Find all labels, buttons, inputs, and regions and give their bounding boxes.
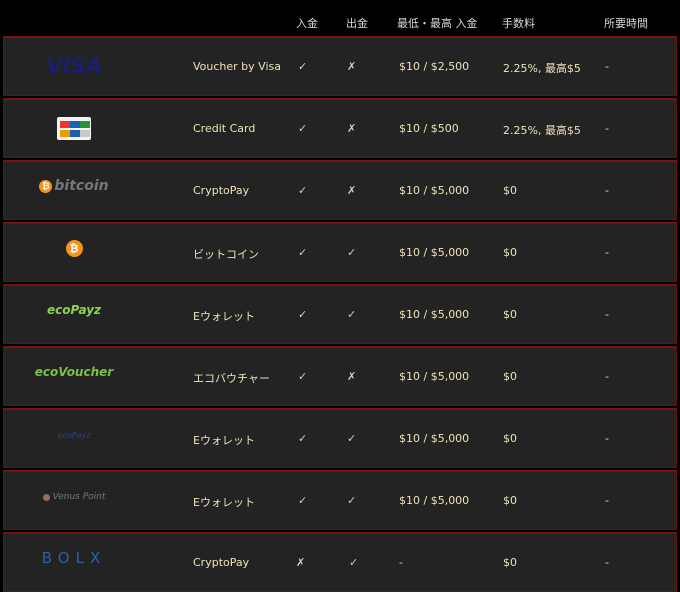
method-name: CryptoPay [193,184,250,197]
venus-point-logo: Venus Point [34,477,114,517]
deposit-range: $10 / $5,000 [399,432,470,445]
fee: $0 [503,494,517,507]
fee: $0 [503,370,517,383]
header-withdrawal: 出金 [346,17,368,30]
deposit-mark: ✓ [298,432,308,445]
withdrawal-mark: ✓ [347,308,357,321]
deposit-range: $10 / $5,000 [399,308,470,321]
withdrawal-mark: ✗ [347,122,357,135]
table-row[interactable]: ecoPayz Eウォレット ✓ ✓ $10 / $5,000 $0 - [3,284,677,344]
deposit-mark: ✓ [298,370,308,383]
deposit-mark: ✓ [298,184,308,197]
processing-time: - [605,122,609,135]
table-row[interactable]: ₿ bitcoin CryptoPay ✓ ✗ $10 / $5,000 $0 - [3,160,677,220]
ecopayz-logo: ecoPayz [46,303,102,317]
withdrawal-mark: ✓ [347,432,357,445]
deposit-range: $10 / $2,500 [399,60,470,73]
fee: $0 [503,432,517,445]
processing-time: - [605,556,609,569]
deposit-range: $10 / $5,000 [399,184,470,197]
bitcoin-logo: ₿ bitcoin [34,166,114,206]
ecopayz-small-logo: ecoPayz [57,430,91,440]
bitcoin-coin-icon: ₿ [34,228,114,268]
deposit-range: $10 / $5,000 [399,370,470,383]
deposit-mark: ✓ [298,122,308,135]
deposit-mark: ✗ [296,556,306,569]
processing-time: - [605,184,609,197]
header-deposit: 入金 [296,17,318,30]
bolx-logo: BOLX [41,549,107,567]
processing-time: - [605,60,609,73]
fee: 2.25%, 最高$5 [503,124,581,137]
header-min-max: 最低・最高 入金 [397,17,478,30]
processing-time: - [605,308,609,321]
method-name: エコバウチャー [193,372,270,385]
table-header: 入金 出金 最低・最高 入金 手数料 所要時間 [0,0,680,36]
deposit-mark: ✓ [298,60,308,73]
fee: $0 [503,556,517,569]
table-row[interactable]: Venus Point Eウォレット ✓ ✓ $10 / $5,000 $0 - [3,470,677,530]
fee: 2.25%, 最高$5 [503,62,581,75]
method-name: Voucher by Visa [193,60,281,73]
withdrawal-mark: ✓ [347,494,357,507]
fee: $0 [503,184,517,197]
method-name: Eウォレット [193,310,255,323]
method-name: Credit Card [193,122,256,135]
withdrawal-mark: ✗ [347,370,357,383]
withdrawal-mark: ✓ [349,556,359,569]
visa-logo: VISA [46,54,102,78]
credit-card-logo [34,108,114,148]
fee: $0 [503,246,517,259]
fee: $0 [503,308,517,321]
table-row[interactable]: BOLX CryptoPay ✗ ✓ - $0 - [3,532,677,592]
table-row[interactable]: VISA Voucher by Visa ✓ ✗ $10 / $2,500 2.… [3,36,677,96]
processing-time: - [605,246,609,259]
deposit-range: $10 / $500 [399,122,459,135]
processing-time: - [605,494,609,507]
processing-time: - [605,370,609,383]
table-row[interactable]: Credit Card ✓ ✗ $10 / $500 2.25%, 最高$5 - [3,98,677,158]
deposit-mark: ✓ [298,246,308,259]
ecovoucher-logo: ecoVoucher [34,365,114,379]
withdrawal-mark: ✓ [347,246,357,259]
table-row[interactable]: ecoPayz Eウォレット ✓ ✓ $10 / $5,000 $0 - [3,408,677,468]
deposit-mark: ✓ [298,308,308,321]
method-name: Eウォレット [193,496,255,509]
method-name: CryptoPay [193,556,250,569]
table-row[interactable]: ₿ ビットコイン ✓ ✓ $10 / $5,000 $0 - [3,222,677,282]
processing-time: - [605,432,609,445]
header-fee: 手数料 [502,17,535,30]
method-name: ビットコイン [193,248,259,261]
withdrawal-mark: ✗ [347,60,357,73]
header-time: 所要時間 [604,17,648,30]
table-row[interactable]: ecoVoucher エコバウチャー ✓ ✗ $10 / $5,000 $0 - [3,346,677,406]
deposit-range: - [399,556,403,569]
method-name: Eウォレット [193,434,255,447]
withdrawal-mark: ✗ [347,184,357,197]
deposit-range: $10 / $5,000 [399,246,470,259]
deposit-range: $10 / $5,000 [399,494,470,507]
deposit-mark: ✓ [298,494,308,507]
